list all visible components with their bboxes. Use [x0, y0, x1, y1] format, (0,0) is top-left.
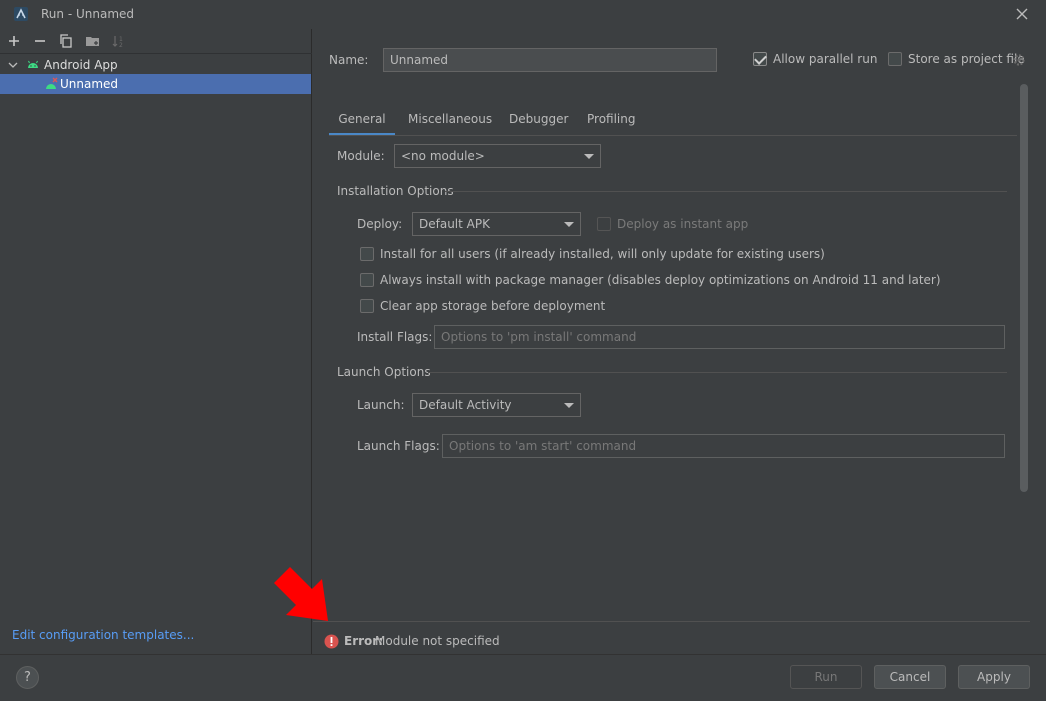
chevron-down-icon	[564, 403, 574, 408]
copy-icon[interactable]	[58, 33, 74, 49]
chevron-down-icon	[584, 154, 594, 159]
configurations-toolbar: 12	[0, 29, 312, 54]
configurations-panel	[0, 29, 312, 654]
install-flags-label: Install Flags:	[357, 330, 433, 344]
tab-profiling[interactable]: Profiling	[587, 110, 636, 136]
apply-button[interactable]: Apply	[958, 665, 1030, 689]
cancel-button[interactable]: Cancel	[874, 665, 946, 689]
run-button[interactable]: Run	[790, 665, 862, 689]
tab-debugger[interactable]: Debugger	[509, 110, 568, 136]
launch-select-value: Default Activity	[419, 398, 512, 412]
installation-options-separator	[445, 191, 1007, 192]
package-manager-label: Always install with package manager (dis…	[380, 273, 941, 287]
tree-group-android-app[interactable]: Android App	[0, 55, 311, 75]
error-message: Module not specified	[375, 634, 500, 648]
close-icon[interactable]	[1013, 5, 1031, 23]
install-for-all-users-label: Install for all users (if already instal…	[380, 247, 825, 261]
error-separator	[313, 621, 1030, 622]
clear-app-storage-checkbox[interactable]	[360, 299, 374, 313]
tree-group-label: Android App	[44, 58, 118, 72]
annotation-arrow-icon	[274, 567, 328, 621]
new-folder-icon[interactable]	[85, 33, 101, 49]
module-select-value: <no module>	[401, 149, 485, 163]
help-button[interactable]: ?	[16, 666, 39, 689]
gear-icon[interactable]	[1012, 53, 1026, 67]
deploy-select-value: Default APK	[419, 217, 490, 231]
title-bar	[0, 0, 1046, 29]
name-label: Name:	[329, 53, 369, 67]
tree-item-label: Unnamed	[60, 77, 119, 91]
package-manager-checkbox[interactable]	[360, 273, 374, 287]
allow-parallel-run-checkbox[interactable]	[753, 52, 767, 66]
deploy-instant-app-checkbox[interactable]	[597, 217, 611, 231]
edit-configuration-templates-link[interactable]: Edit configuration templates...	[12, 628, 194, 642]
launch-options-separator	[428, 372, 1007, 373]
error-icon	[324, 634, 339, 649]
window-title: Run - Unnamed	[41, 7, 135, 21]
name-input[interactable]	[383, 48, 717, 72]
tab-general[interactable]: General	[329, 110, 395, 136]
tree-item-unnamed[interactable]: Unnamed	[0, 74, 311, 94]
svg-text:2: 2	[119, 42, 123, 49]
chevron-down-icon[interactable]	[8, 60, 18, 70]
store-as-project-file-checkbox[interactable]	[888, 52, 902, 66]
vertical-scrollbar[interactable]	[1020, 84, 1028, 492]
sort-icon[interactable]: 12	[110, 33, 126, 49]
installation-options-header: Installation Options	[337, 184, 454, 198]
allow-parallel-run-label: Allow parallel run	[773, 52, 878, 66]
module-select[interactable]: <no module>	[394, 144, 601, 168]
launch-select[interactable]: Default Activity	[412, 393, 581, 417]
minus-icon[interactable]	[32, 33, 48, 49]
install-for-all-users-checkbox[interactable]	[360, 247, 374, 261]
clear-app-storage-label: Clear app storage before deployment	[380, 299, 606, 313]
chevron-down-icon	[564, 222, 574, 227]
launch-label: Launch:	[357, 398, 405, 412]
deploy-select[interactable]: Default APK	[412, 212, 581, 236]
tab-separator	[329, 135, 1017, 136]
deploy-instant-app-label: Deploy as instant app	[617, 217, 749, 231]
store-as-project-file-label: Store as project file	[908, 52, 1025, 66]
install-flags-input[interactable]	[434, 325, 1005, 349]
deploy-label: Deploy:	[357, 217, 403, 231]
launch-options-header: Launch Options	[337, 365, 431, 379]
launch-flags-label: Launch Flags:	[357, 439, 440, 453]
launch-flags-input[interactable]	[442, 434, 1005, 458]
tab-miscellaneous[interactable]: Miscellaneous	[408, 110, 492, 136]
android-studio-icon	[14, 7, 28, 21]
module-label: Module:	[337, 149, 385, 163]
android-icon	[28, 60, 38, 68]
android-error-icon	[46, 77, 58, 89]
plus-icon[interactable]	[6, 33, 22, 49]
